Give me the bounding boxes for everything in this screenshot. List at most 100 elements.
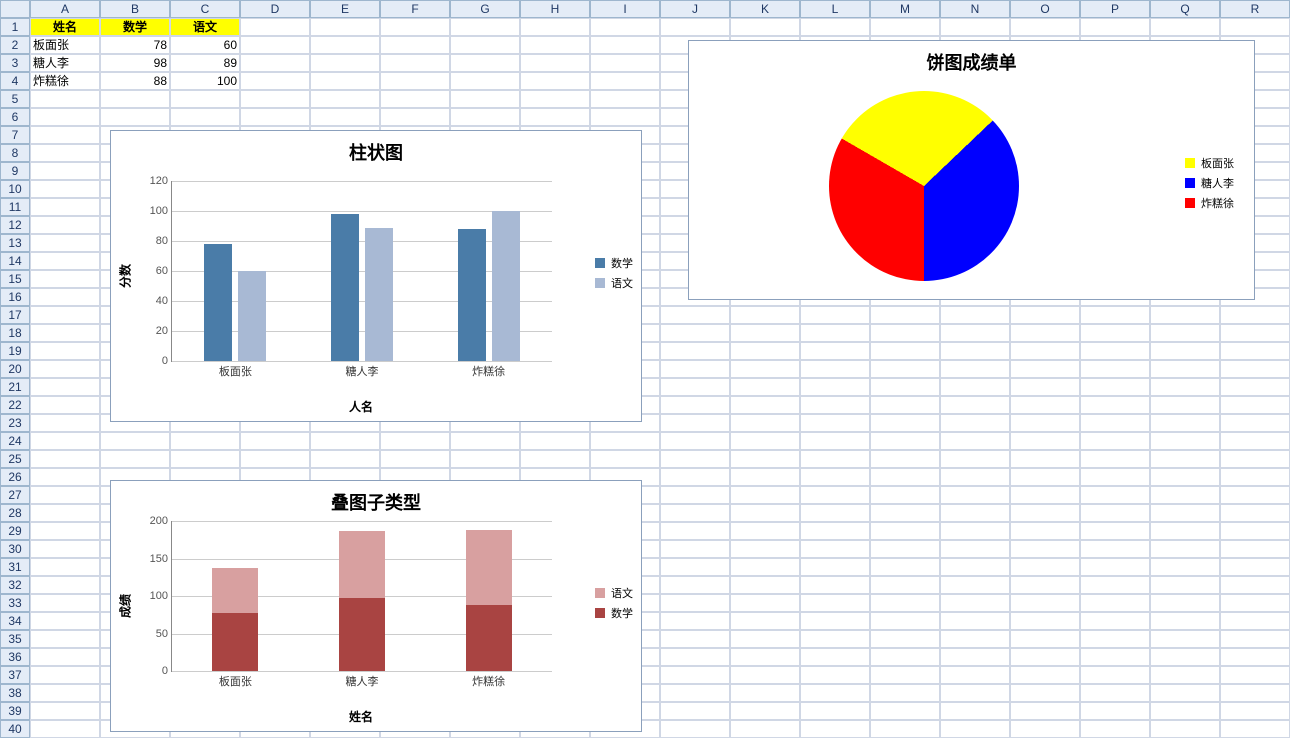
column-header[interactable]: K <box>730 0 800 18</box>
row-header[interactable]: 5 <box>0 90 30 108</box>
cell[interactable] <box>1080 720 1150 738</box>
cell[interactable] <box>730 630 800 648</box>
cell[interactable] <box>30 378 100 396</box>
cell[interactable] <box>940 468 1010 486</box>
cell[interactable]: 88 <box>100 72 170 90</box>
cell[interactable] <box>870 432 940 450</box>
column-header[interactable]: L <box>800 0 870 18</box>
cell[interactable] <box>800 720 870 738</box>
cell[interactable] <box>1150 306 1220 324</box>
cell[interactable] <box>870 18 940 36</box>
cell[interactable] <box>1080 396 1150 414</box>
cell[interactable] <box>30 288 100 306</box>
cell[interactable] <box>1010 684 1080 702</box>
cell[interactable] <box>1150 576 1220 594</box>
cell[interactable] <box>730 612 800 630</box>
cell[interactable] <box>450 90 520 108</box>
cell[interactable]: 语文 <box>170 18 240 36</box>
cell[interactable] <box>30 270 100 288</box>
cell[interactable] <box>940 522 1010 540</box>
cell[interactable] <box>800 504 870 522</box>
cell[interactable] <box>870 522 940 540</box>
column-header[interactable]: P <box>1080 0 1150 18</box>
cell[interactable] <box>730 540 800 558</box>
cell[interactable] <box>310 432 380 450</box>
cell[interactable] <box>380 90 450 108</box>
cell[interactable] <box>660 648 730 666</box>
row-header[interactable]: 1 <box>0 18 30 36</box>
cell[interactable] <box>660 576 730 594</box>
cell[interactable] <box>30 108 100 126</box>
cell[interactable] <box>870 594 940 612</box>
column-header[interactable]: B <box>100 0 170 18</box>
cell[interactable] <box>1150 702 1220 720</box>
cell[interactable] <box>590 90 660 108</box>
cell[interactable] <box>520 18 590 36</box>
cell[interactable] <box>940 702 1010 720</box>
cell[interactable] <box>1150 414 1220 432</box>
cell[interactable] <box>730 594 800 612</box>
cell[interactable] <box>800 432 870 450</box>
row-header[interactable]: 12 <box>0 216 30 234</box>
cell[interactable] <box>30 432 100 450</box>
cell[interactable] <box>1010 360 1080 378</box>
row-header[interactable]: 35 <box>0 630 30 648</box>
cell[interactable]: 数学 <box>100 18 170 36</box>
row-header[interactable]: 19 <box>0 342 30 360</box>
row-header[interactable]: 10 <box>0 180 30 198</box>
cell[interactable] <box>1010 324 1080 342</box>
cell[interactable] <box>30 234 100 252</box>
cell[interactable] <box>100 108 170 126</box>
cell[interactable] <box>310 90 380 108</box>
cell[interactable] <box>940 306 1010 324</box>
cell[interactable] <box>800 18 870 36</box>
cell[interactable] <box>1010 558 1080 576</box>
cell[interactable] <box>1220 594 1290 612</box>
row-header[interactable]: 39 <box>0 702 30 720</box>
cell[interactable] <box>940 666 1010 684</box>
row-header[interactable]: 30 <box>0 540 30 558</box>
cell[interactable] <box>1010 450 1080 468</box>
cell[interactable] <box>1220 702 1290 720</box>
cell[interactable]: 姓名 <box>30 18 100 36</box>
cell[interactable] <box>1220 378 1290 396</box>
cell[interactable] <box>730 306 800 324</box>
cell[interactable] <box>520 54 590 72</box>
cell[interactable] <box>660 558 730 576</box>
cell[interactable] <box>30 306 100 324</box>
cell[interactable] <box>1010 306 1080 324</box>
cell[interactable] <box>1010 612 1080 630</box>
row-header[interactable]: 37 <box>0 666 30 684</box>
cell[interactable] <box>1080 306 1150 324</box>
cell[interactable] <box>1150 360 1220 378</box>
row-header[interactable]: 17 <box>0 306 30 324</box>
cell[interactable] <box>800 612 870 630</box>
cell[interactable] <box>1010 702 1080 720</box>
cell[interactable] <box>940 324 1010 342</box>
cell[interactable] <box>1220 396 1290 414</box>
cell[interactable] <box>1220 630 1290 648</box>
cell[interactable] <box>1220 648 1290 666</box>
column-header[interactable]: D <box>240 0 310 18</box>
cell[interactable] <box>800 666 870 684</box>
row-header[interactable]: 28 <box>0 504 30 522</box>
cell[interactable]: 60 <box>170 36 240 54</box>
cell[interactable] <box>1220 360 1290 378</box>
cell[interactable] <box>800 468 870 486</box>
cell[interactable] <box>730 720 800 738</box>
cell[interactable] <box>30 126 100 144</box>
cell[interactable] <box>1220 666 1290 684</box>
row-header[interactable]: 7 <box>0 126 30 144</box>
cell[interactable]: 100 <box>170 72 240 90</box>
cell[interactable] <box>660 684 730 702</box>
cell[interactable] <box>30 666 100 684</box>
cell[interactable] <box>30 522 100 540</box>
cell[interactable] <box>1010 648 1080 666</box>
row-header[interactable]: 2 <box>0 36 30 54</box>
cell[interactable] <box>310 72 380 90</box>
row-header[interactable]: 38 <box>0 684 30 702</box>
bar-chart[interactable]: 柱状图 分数 020406080100120板面张糖人李炸糕徐 人名 数学语文 <box>110 130 642 422</box>
cell[interactable] <box>660 702 730 720</box>
cell[interactable] <box>310 36 380 54</box>
cell[interactable] <box>660 396 730 414</box>
